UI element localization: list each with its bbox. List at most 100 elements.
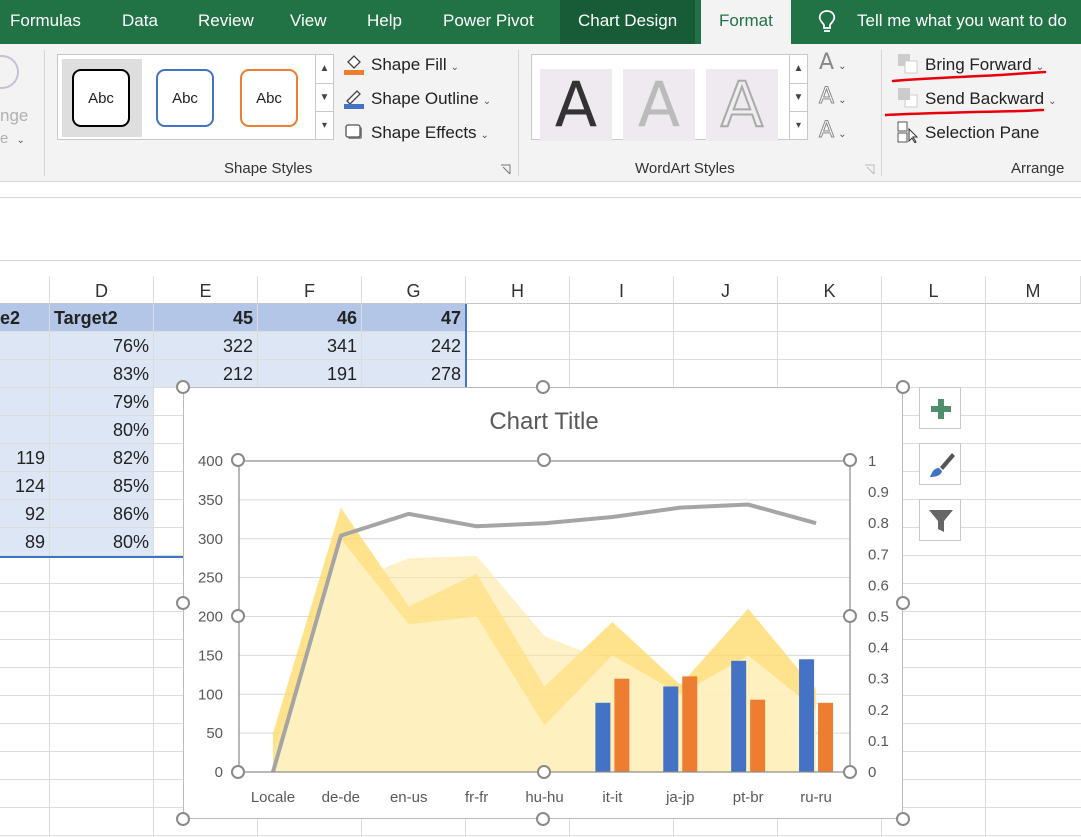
wordart-dialog-launcher-icon[interactable]: [864, 164, 875, 175]
y-right-tick-label: 0.5: [868, 609, 889, 626]
table-cell[interactable]: 82%: [50, 444, 154, 472]
tab-format[interactable]: Format: [701, 0, 791, 44]
resize-handle-t[interactable]: [536, 380, 550, 394]
y-right-tick-label: 0.1: [868, 733, 889, 750]
wordart-style-outline[interactable]: A: [706, 68, 778, 142]
tab-review[interactable]: Review: [198, 0, 254, 44]
column-header-d[interactable]: D: [50, 276, 154, 304]
wordart-style-gray[interactable]: A: [623, 69, 695, 141]
tab-formulas[interactable]: Formulas: [10, 0, 81, 44]
selection-pane-button[interactable]: Selection Pane: [897, 120, 1039, 146]
y-left-tick-label: 300: [198, 531, 223, 548]
table-cell[interactable]: 242: [362, 332, 466, 360]
plot-handle-t[interactable]: [537, 453, 551, 467]
y-right-tick-label: 0.4: [868, 640, 889, 657]
column-header-m[interactable]: M: [986, 276, 1081, 304]
column-header-c[interactable]: [0, 276, 50, 304]
column-header-h[interactable]: H: [466, 276, 570, 304]
table-cell[interactable]: [0, 360, 50, 388]
plot-handle-l[interactable]: [231, 609, 245, 623]
tab-power-pivot[interactable]: Power Pivot: [443, 0, 534, 44]
table-cell[interactable]: 212: [154, 360, 258, 388]
table-cell[interactable]: 341: [258, 332, 362, 360]
chart-styles-button[interactable]: [919, 443, 961, 485]
bar-ja-jp: [682, 676, 698, 772]
plot-handle-tr[interactable]: [843, 453, 857, 467]
column-header-l[interactable]: L: [882, 276, 986, 304]
plot-handle-bl[interactable]: [231, 765, 245, 779]
plot-handle-b[interactable]: [537, 765, 551, 779]
cell-g-header[interactable]: 47: [362, 304, 466, 332]
shape-fill-button[interactable]: Shape Fill ⌄: [343, 52, 459, 78]
table-cell[interactable]: 92: [0, 500, 50, 528]
column-header-k[interactable]: K: [778, 276, 882, 304]
gallery-scroll-up[interactable]: ▲: [315, 55, 333, 83]
column-header-e[interactable]: E: [154, 276, 258, 304]
wordart-scroll-down[interactable]: ▼: [789, 83, 807, 111]
table-cell[interactable]: 124: [0, 472, 50, 500]
resize-handle-b[interactable]: [536, 812, 550, 826]
cell-d-header[interactable]: Target2: [50, 304, 154, 332]
resize-handle-r[interactable]: [896, 596, 910, 610]
cell-f-header[interactable]: 46: [258, 304, 362, 332]
plot-handle-br[interactable]: [843, 765, 857, 779]
table-cell[interactable]: 89: [0, 528, 50, 556]
table-cell[interactable]: [0, 388, 50, 416]
column-header-j[interactable]: J: [674, 276, 778, 304]
column-header-i[interactable]: I: [570, 276, 674, 304]
text-fill-button[interactable]: A ⌄: [819, 50, 846, 75]
dialog-launcher-icon[interactable]: [500, 164, 511, 175]
chart-elements-button[interactable]: [919, 387, 961, 429]
red-annotation-underlines: [885, 70, 1047, 117]
table-cell[interactable]: 80%: [50, 528, 154, 556]
table-cell[interactable]: 80%: [50, 416, 154, 444]
resize-handle-l[interactable]: [176, 596, 190, 610]
tab-help[interactable]: Help: [367, 0, 402, 44]
table-cell[interactable]: [0, 332, 50, 360]
text-effects-button[interactable]: A ⌄: [818, 118, 846, 144]
cell-e-header[interactable]: 45: [154, 304, 258, 332]
shape-style-orange[interactable]: Abc: [240, 69, 298, 127]
table-cell[interactable]: 86%: [50, 500, 154, 528]
plot-handle-tl[interactable]: [231, 453, 245, 467]
chart-filters-button[interactable]: [919, 499, 961, 541]
shape-outline-button[interactable]: Shape Outline ⌄: [343, 86, 491, 112]
chart-area[interactable]: Chart Title 0 50 100 150 200 250 300 350 400 0 0.1…: [183, 387, 903, 819]
partial-label-2: e ⌄: [0, 130, 25, 147]
table-cell[interactable]: 322: [154, 332, 258, 360]
gallery-scroll-down[interactable]: ▼: [315, 83, 333, 111]
text-outline-button[interactable]: A ⌄: [818, 84, 846, 110]
cell-c-header[interactable]: e2: [0, 304, 50, 332]
resize-handle-tl[interactable]: [176, 380, 190, 394]
plot-handle-r[interactable]: [843, 609, 857, 623]
shape-effects-button[interactable]: Shape Effects ⌄: [343, 120, 489, 146]
wordart-more[interactable]: ▾: [789, 111, 807, 139]
x-tick-label: hu-hu: [525, 789, 563, 806]
table-cell[interactable]: 76%: [50, 332, 154, 360]
tab-chart-design[interactable]: Chart Design: [560, 0, 696, 44]
tab-view[interactable]: View: [290, 0, 327, 44]
wordart-styles-gallery[interactable]: A A A ▲ ▼ ▾: [531, 54, 808, 142]
shape-styles-gallery[interactable]: Abc Abc Abc ▲ ▼ ▾: [57, 54, 334, 140]
table-cell[interactable]: 119: [0, 444, 50, 472]
table-cell[interactable]: 278: [362, 360, 466, 388]
chart-title[interactable]: Chart Title: [489, 408, 598, 435]
table-cell[interactable]: 83%: [50, 360, 154, 388]
shape-style-blue[interactable]: Abc: [156, 69, 214, 127]
resize-handle-br[interactable]: [896, 812, 910, 826]
wordart-style-solid[interactable]: A: [540, 69, 612, 141]
column-header-g[interactable]: G: [362, 276, 466, 304]
wordart-group-label: WordArt Styles: [635, 160, 735, 177]
column-header-f[interactable]: F: [258, 276, 362, 304]
shape-style-black[interactable]: Abc: [72, 69, 130, 127]
wordart-scroll-up[interactable]: ▲: [789, 55, 807, 83]
gallery-more[interactable]: ▾: [315, 111, 333, 139]
table-cell[interactable]: 85%: [50, 472, 154, 500]
y-left-tick-label: 100: [198, 686, 223, 703]
table-cell[interactable]: 191: [258, 360, 362, 388]
table-cell[interactable]: [0, 416, 50, 444]
resize-handle-tr[interactable]: [896, 380, 910, 394]
table-cell[interactable]: 79%: [50, 388, 154, 416]
tab-data[interactable]: Data: [122, 0, 158, 44]
resize-handle-bl[interactable]: [176, 812, 190, 826]
